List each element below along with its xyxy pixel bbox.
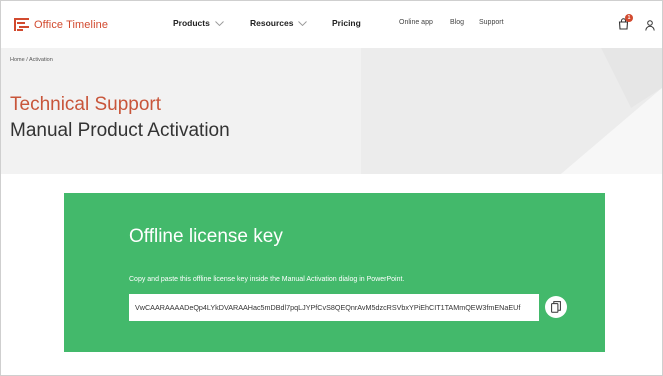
hero-banner: Home / Activation Technical Support Manu… xyxy=(1,48,662,174)
cart-button[interactable]: 1 xyxy=(618,14,633,35)
page-title: Technical Support xyxy=(10,94,162,115)
logo-text: Office Timeline xyxy=(34,19,109,31)
site-header: Office Timeline Products Resources Prici… xyxy=(1,1,662,48)
nav-products-label: Products xyxy=(173,18,210,28)
chevron-down-icon xyxy=(298,18,308,28)
link-online-app[interactable]: Online app xyxy=(399,19,433,26)
cart-count-badge: 1 xyxy=(625,14,633,22)
nav-resources-label: Resources xyxy=(250,18,294,28)
nav-resources[interactable]: Resources xyxy=(250,18,308,28)
breadcrumb: Home / Activation xyxy=(10,57,53,63)
license-key-field[interactable] xyxy=(129,294,539,321)
copy-icon xyxy=(551,301,561,313)
browser-frame: Office Timeline Products Resources Prici… xyxy=(0,0,663,376)
nav-pricing-label: Pricing xyxy=(332,18,361,28)
user-icon xyxy=(645,20,655,31)
copy-button[interactable] xyxy=(545,296,567,318)
nav-products[interactable]: Products xyxy=(173,18,224,28)
nav-pricing[interactable]: Pricing xyxy=(332,18,361,28)
link-support[interactable]: Support xyxy=(479,19,504,26)
logo[interactable]: Office Timeline xyxy=(14,17,108,33)
card-description: Copy and paste this offline license key … xyxy=(129,276,405,283)
license-key-card: Offline license key Copy and paste this … xyxy=(64,193,605,352)
page-subtitle: Manual Product Activation xyxy=(10,120,230,141)
timeline-logo-icon xyxy=(14,18,30,32)
account-button[interactable] xyxy=(645,18,655,36)
card-title: Offline license key xyxy=(129,226,283,247)
link-blog[interactable]: Blog xyxy=(450,19,464,26)
chevron-down-icon xyxy=(215,18,224,28)
